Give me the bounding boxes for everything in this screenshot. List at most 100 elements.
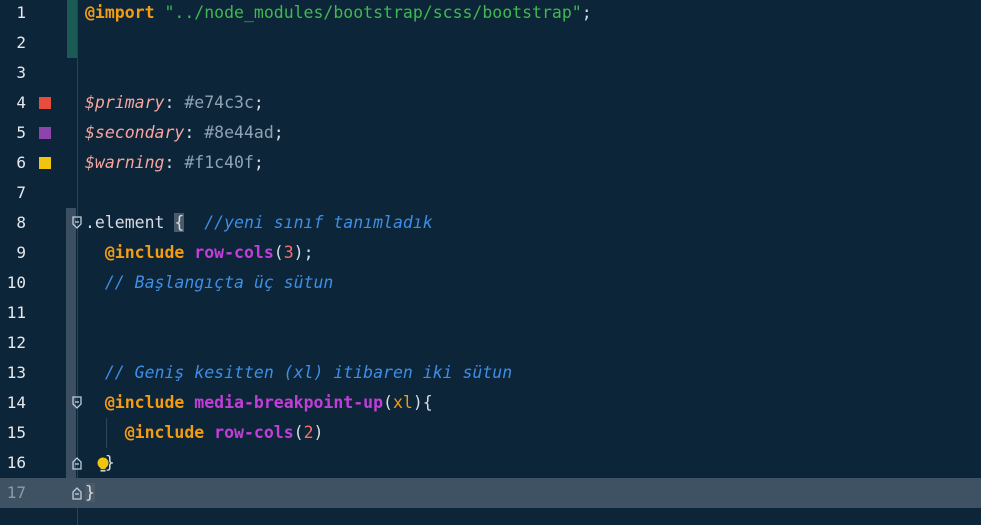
code-line-14[interactable]: 14 @include media-breakpoint-up(xl){ bbox=[0, 388, 981, 418]
code-token: ( bbox=[383, 393, 393, 412]
code-token: 2 bbox=[303, 423, 314, 442]
line-number: 13 bbox=[6, 363, 26, 382]
code-token: ( bbox=[273, 243, 284, 262]
code-editor[interactable]: 1 @import "../node_modules/bootstrap/scss… bbox=[0, 0, 981, 525]
line-number: 2 bbox=[16, 33, 26, 52]
code-token: $warning bbox=[85, 153, 165, 172]
code-token: ){ bbox=[412, 393, 433, 412]
line-number: 17 bbox=[6, 483, 26, 502]
code-text[interactable]: @include row-cols(2) bbox=[85, 418, 324, 448]
code-line-13[interactable]: 13 // Geniş kesitten (xl) itibaren iki s… bbox=[0, 358, 981, 388]
color-swatch-icon[interactable] bbox=[39, 157, 51, 169]
code-token: ) bbox=[313, 423, 324, 442]
code-token: xl bbox=[392, 393, 413, 412]
code-token: $primary bbox=[85, 93, 165, 112]
code-text[interactable]: // Başlangıçta üç sütun bbox=[85, 268, 333, 298]
code-token: : bbox=[184, 123, 205, 142]
code-token: @include bbox=[104, 393, 185, 412]
fold-collapse-icon[interactable] bbox=[72, 216, 82, 230]
line-number: 1 bbox=[16, 3, 26, 22]
code-text[interactable]: $warning: #f1c40f; bbox=[85, 148, 264, 178]
code-token: @include bbox=[124, 423, 205, 442]
color-swatch-icon[interactable] bbox=[39, 127, 51, 139]
code-token: #e74c3c bbox=[184, 93, 254, 112]
code-line-6[interactable]: 6 $warning: #f1c40f; bbox=[0, 148, 981, 178]
code-text[interactable]: } bbox=[85, 448, 115, 478]
line-number: 11 bbox=[6, 303, 26, 322]
code-token: .element bbox=[85, 213, 175, 232]
code-text[interactable]: // Geniş kesitten (xl) itibaren iki sütu… bbox=[85, 358, 512, 388]
code-line-9[interactable]: 9 @include row-cols(3); bbox=[0, 238, 981, 268]
code-line-7[interactable]: 7 bbox=[0, 178, 981, 208]
line-number: 8 bbox=[16, 213, 26, 232]
code-line-8[interactable]: 8 .element { //yeni sınıf tanımladık bbox=[0, 208, 981, 238]
code-token: media-breakpoint-up bbox=[194, 393, 384, 412]
code-text[interactable]: @import "../node_modules/bootstrap/scss/… bbox=[85, 0, 592, 28]
code-token: row-cols bbox=[194, 243, 274, 262]
code-token: "../node_modules/bootstrap/scss/bootstra… bbox=[164, 3, 582, 22]
code-token: ; bbox=[581, 3, 592, 22]
code-text[interactable]: $secondary: #8e44ad; bbox=[85, 118, 284, 148]
code-line-4[interactable]: 4 $primary: #e74c3c; bbox=[0, 88, 981, 118]
code-token: ; bbox=[253, 93, 264, 112]
code-text[interactable]: $primary: #e74c3c; bbox=[85, 88, 264, 118]
fold-collapse-icon[interactable] bbox=[72, 396, 82, 410]
code-line-10[interactable]: 10 // Başlangıçta üç sütun bbox=[0, 268, 981, 298]
code-token: ; bbox=[273, 123, 284, 142]
line-number: 9 bbox=[16, 243, 26, 262]
line-number: 15 bbox=[6, 423, 26, 442]
code-line-15[interactable]: 15 @include row-cols(2) bbox=[0, 418, 981, 448]
code-token: ( bbox=[293, 423, 304, 442]
line-number: 3 bbox=[16, 63, 26, 82]
code-line-1[interactable]: 1 @import "../node_modules/bootstrap/scss… bbox=[0, 0, 981, 28]
code-line-11[interactable]: 11 bbox=[0, 298, 981, 328]
line-number: 6 bbox=[16, 153, 26, 172]
code-token: ); bbox=[293, 243, 314, 262]
line-number: 5 bbox=[16, 123, 26, 142]
line-number: 14 bbox=[6, 393, 26, 412]
code-token: { bbox=[174, 213, 185, 232]
code-token: 3 bbox=[283, 243, 294, 262]
code-token: @include bbox=[104, 243, 185, 262]
code-text[interactable]: @include row-cols(3); bbox=[85, 238, 314, 268]
code-text[interactable]: @include media-breakpoint-up(xl){ bbox=[85, 388, 433, 418]
line-number: 12 bbox=[6, 333, 26, 352]
line-number: 4 bbox=[16, 93, 26, 112]
code-line-17[interactable]: 17} bbox=[0, 478, 981, 508]
code-token: : bbox=[164, 93, 185, 112]
code-token: // Başlangıçta üç sütun bbox=[104, 273, 334, 292]
color-swatch-icon[interactable] bbox=[39, 97, 51, 109]
code-line-2[interactable]: 2 bbox=[0, 28, 981, 58]
code-token: @import bbox=[85, 3, 155, 22]
code-text[interactable]: .element { //yeni sınıf tanımladık bbox=[85, 208, 433, 238]
code-text[interactable]: } bbox=[85, 478, 95, 508]
code-line-16[interactable]: 16 } bbox=[0, 448, 981, 478]
code-token: #f1c40f bbox=[184, 153, 254, 172]
code-line-12[interactable]: 12 bbox=[0, 328, 981, 358]
code-token: row-cols bbox=[214, 423, 294, 442]
code-token: //yeni sınıf tanımladık bbox=[204, 213, 433, 232]
line-number: 10 bbox=[6, 273, 26, 292]
line-number: 16 bbox=[6, 453, 26, 472]
code-token: // Geniş kesitten (xl) itibaren iki sütu… bbox=[104, 363, 513, 382]
line-number: 7 bbox=[16, 183, 26, 202]
fold-end-icon[interactable] bbox=[72, 486, 82, 500]
code-token: $secondary bbox=[85, 123, 185, 142]
code-line-3[interactable]: 3 bbox=[0, 58, 981, 88]
fold-end-icon[interactable] bbox=[72, 456, 82, 470]
code-line-5[interactable]: 5 $secondary: #8e44ad; bbox=[0, 118, 981, 148]
code-token: } bbox=[104, 453, 115, 472]
code-token: } bbox=[85, 483, 95, 502]
code-token: #8e44ad bbox=[204, 123, 274, 142]
code-token: : bbox=[164, 153, 185, 172]
